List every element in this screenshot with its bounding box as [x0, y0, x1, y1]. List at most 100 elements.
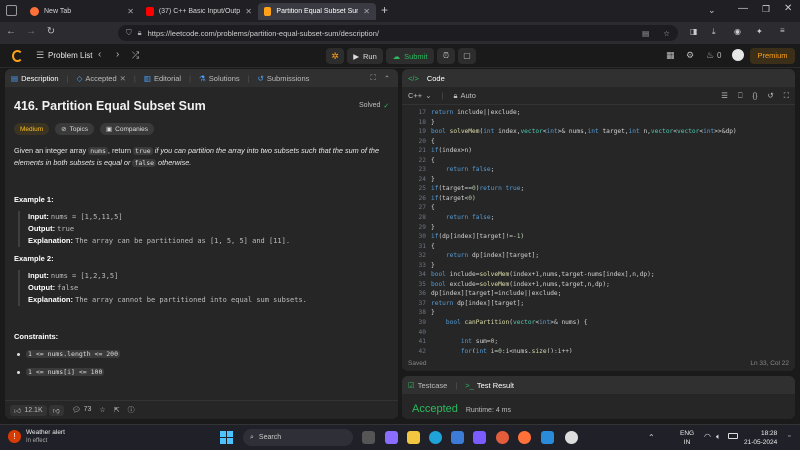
volume-icon[interactable]: 🔈︎ — [716, 432, 721, 442]
like-button[interactable]: 👍︎ 12.1K — [10, 404, 47, 416]
settings-icon[interactable]: ⚙ — [686, 50, 694, 61]
bookmark-icon[interactable]: ⎕ — [738, 91, 743, 101]
bookmark-icon[interactable]: ☆ — [663, 29, 670, 38]
debug-button[interactable]: ✲ — [326, 48, 344, 64]
code-editor[interactable]: 17 18 19 20 21 22 23 24 25 26 27 28 29 30 31 32 33 34 35 36… — [402, 105, 795, 353]
timer-icon[interactable]: ⏰︎ — [437, 48, 455, 64]
window-close-button[interactable]: ✕ — [784, 3, 792, 14]
firefox-app-icon[interactable] — [518, 431, 531, 444]
language-value: C++ — [408, 91, 423, 100]
submit-button[interactable]: ☁ Submit — [386, 48, 434, 64]
pocket-icon[interactable]: ◨ — [690, 27, 698, 36]
tab-description[interactable]: ▤ Description — [11, 74, 59, 83]
tray-chevron-icon[interactable]: ⌃ — [648, 433, 655, 442]
notification-icon[interactable]: ▫ — [788, 433, 790, 440]
companies-button[interactable]: ▣ Companies — [100, 123, 155, 135]
edge-icon[interactable] — [429, 431, 442, 444]
forward-icon[interactable]: → — [22, 26, 40, 37]
tab-test-result[interactable]: >_ Test Result — [465, 381, 514, 390]
tab-solutions[interactable]: ⚗ Solutions — [199, 74, 240, 83]
close-icon[interactable]: ✕ — [127, 7, 134, 16]
notes-icon[interactable]: ▢ — [458, 48, 476, 64]
taskbar-search[interactable]: ⌕ Search — [243, 429, 353, 446]
start-icon[interactable] — [220, 431, 233, 444]
desc-text: Given an integer array — [14, 146, 89, 155]
editor-statusbar: Saved Ln 33, Col 22 — [402, 355, 795, 371]
address-bar[interactable]: ⛉ 🔒︎ https://leetcode.com/problems/parti… — [118, 25, 678, 41]
back-icon[interactable]: ← — [2, 26, 20, 37]
streak-icon[interactable]: ♨ — [706, 50, 714, 61]
tab-list-icon[interactable]: ⌄ — [708, 5, 716, 16]
submit-label: Submit — [404, 51, 428, 61]
autocomplete-toggle[interactable]: 🔒︎ Auto — [453, 91, 475, 101]
comments-button[interactable]: 💬︎ 73 — [72, 406, 92, 414]
tab-youtube[interactable]: (37) C++ Basic Input/Output & ✕ — [140, 3, 258, 20]
file-explorer-icon[interactable] — [407, 431, 420, 444]
media-player-icon[interactable] — [565, 431, 578, 444]
tab-submissions[interactable]: ↺ Submissions — [258, 74, 310, 83]
widgets-icon[interactable] — [385, 431, 398, 444]
language-select[interactable]: C++ ⌄ — [408, 91, 431, 100]
app-menu-icon[interactable]: ≡ — [780, 26, 785, 35]
mail-icon[interactable] — [473, 431, 486, 444]
line-number: 29 — [418, 223, 426, 231]
weather-title[interactable]: Weather alert — [26, 429, 65, 436]
tab-new-tab[interactable]: New Tab ✕ — [24, 3, 140, 20]
store-icon[interactable] — [451, 431, 464, 444]
weather-alert-icon[interactable]: ! — [8, 430, 21, 443]
wifi-icon[interactable]: ◠ — [704, 432, 711, 441]
line-number: 30 — [418, 233, 426, 241]
task-view-icon[interactable] — [362, 431, 375, 444]
description-tabs: ▤ Description | ◇ Accepted ✕ | ▥ Editorial |… — [5, 69, 398, 87]
maximize-icon[interactable]: ⛶ — [370, 73, 375, 83]
close-icon[interactable]: ✕ — [245, 7, 252, 16]
help-icon[interactable]: ⓘ — [128, 405, 135, 415]
account-icon[interactable]: ◉ — [734, 27, 741, 36]
constraint-code: 1 <= nums.length <= 200 — [26, 350, 121, 358]
tab-accepted[interactable]: ◇ Accepted ✕ — [77, 74, 126, 83]
language-indicator[interactable]: ENG IN — [680, 429, 694, 447]
prev-problem-icon[interactable]: ‹ — [98, 49, 101, 60]
close-icon[interactable]: ✕ — [363, 7, 370, 16]
tab-result-label: Test Result — [476, 380, 514, 390]
reload-icon[interactable]: ↻ — [42, 26, 60, 37]
browser-app-icon[interactable] — [496, 431, 509, 444]
next-problem-icon[interactable]: › — [116, 49, 119, 60]
downloads-icon[interactable]: ⤓ — [712, 27, 716, 37]
extensions-icon[interactable]: ✦ — [756, 27, 763, 36]
line-number: 23 — [418, 166, 426, 174]
topics-button[interactable]: ⊘ Topics — [55, 123, 95, 135]
vscode-icon[interactable] — [541, 431, 554, 444]
braces-icon[interactable]: {} — [752, 91, 757, 100]
reset-icon[interactable]: ↺ — [767, 91, 773, 100]
browser-menu-icon[interactable] — [6, 5, 17, 16]
collapse-icon[interactable]: ⌃ — [384, 74, 390, 83]
tab-testcase[interactable]: ☑ Testcase — [408, 381, 447, 390]
format-icon[interactable]: ☰ — [721, 91, 728, 100]
reader-icon[interactable]: ▤ — [642, 29, 649, 38]
fullscreen-icon[interactable]: ⛶ — [784, 91, 789, 101]
layout-icon[interactable]: ▦ — [666, 50, 675, 61]
lock-icon: 🔒︎ — [453, 90, 458, 100]
premium-button[interactable]: Premium — [750, 48, 795, 64]
favorite-icon[interactable]: ☆ — [99, 406, 105, 414]
minimize-button[interactable]: — — [738, 3, 748, 14]
new-tab-button[interactable]: + — [381, 3, 388, 17]
restore-button[interactable]: ❐ — [762, 4, 770, 15]
clock[interactable]: 18:28 21-05-2024 — [744, 429, 777, 447]
example-1-block: Input: nums = [1,5,11,5] Output: true Ex… — [18, 211, 388, 247]
close-icon[interactable]: ✕ — [120, 74, 126, 83]
avatar[interactable] — [732, 49, 744, 61]
tab-editorial[interactable]: ▥ Editorial — [144, 74, 181, 83]
share-icon[interactable]: ⇱ — [114, 406, 120, 414]
code-line: { — [431, 137, 435, 145]
chevron-down-icon: ⌄ — [425, 91, 432, 100]
leetcode-logo[interactable] — [12, 50, 23, 62]
shuffle-icon[interactable]: ⤮ — [132, 50, 139, 61]
problem-list-link[interactable]: Problem List — [48, 51, 92, 60]
tab-leetcode[interactable]: Partition Equal Subset Sum - Le ✕ — [258, 3, 376, 20]
battery-icon[interactable] — [728, 433, 738, 439]
run-button[interactable]: ▶ Run — [347, 48, 383, 64]
dislike-button[interactable]: 👎︎ — [48, 404, 64, 416]
line-number: 24 — [418, 175, 426, 183]
